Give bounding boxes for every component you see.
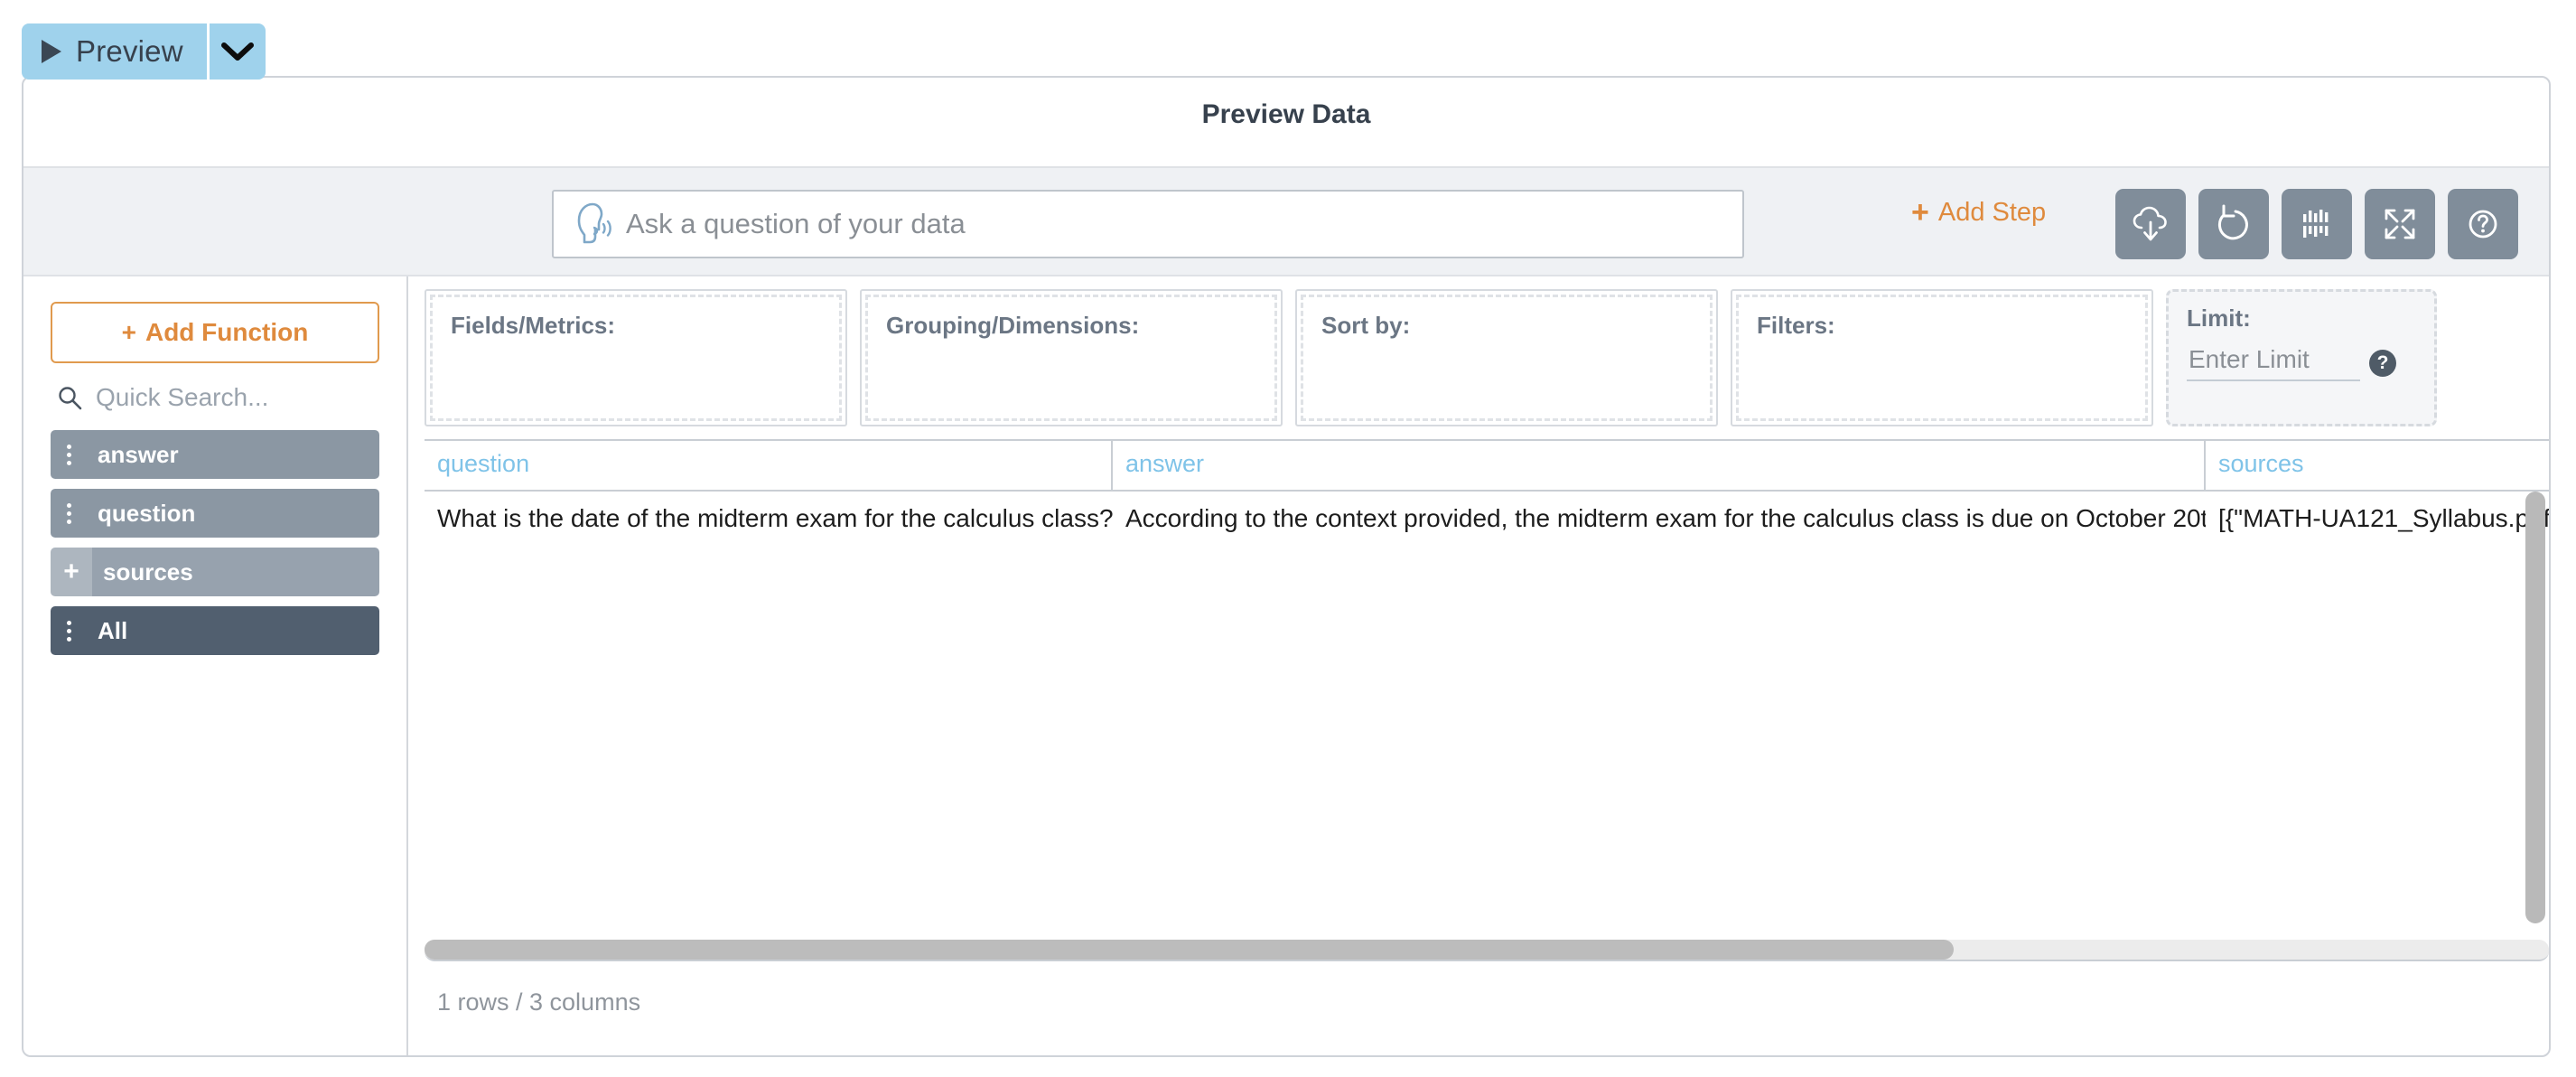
preview-data-screen: Preview Preview Data Ask a question of y… xyxy=(0,0,2576,1077)
horizontal-scrollbar-thumb[interactable] xyxy=(425,940,1955,960)
drop-zone-filters[interactable]: Filters: xyxy=(1731,289,2153,426)
grid-column-header-answer[interactable]: answer xyxy=(1113,441,2206,490)
bar-chart-icon xyxy=(2303,210,2329,238)
tab-dropdown-button[interactable] xyxy=(209,23,266,80)
plus-icon: + xyxy=(1911,195,1929,229)
field-pill-label: question xyxy=(98,499,196,527)
grid-column-header-sources[interactable]: sources xyxy=(2206,441,2549,490)
drop-zone-inner: Fields/Metrics: xyxy=(430,295,842,421)
table-row[interactable]: What is the date of the midterm exam for… xyxy=(425,492,2549,542)
plus-icon[interactable]: + xyxy=(51,548,92,596)
query-builder: Fields/Metrics: Grouping/Dimensions: Sort … xyxy=(408,276,2549,426)
add-step-button[interactable]: + Add Step xyxy=(1911,197,2046,228)
limit-panel: Limit:? xyxy=(2166,289,2437,426)
main-panel: Fields/Metrics: Grouping/Dimensions: Sort … xyxy=(408,276,2549,1055)
grid-body: What is the date of the midterm exam for… xyxy=(425,492,2549,542)
help-circle-icon[interactable]: ? xyxy=(2369,350,2396,377)
speaking-head-icon xyxy=(577,202,611,244)
field-list: answer question + sources All xyxy=(51,430,379,655)
drop-zone-sort-by[interactable]: Sort by: xyxy=(1295,289,1718,426)
table-cell-answer: According to the context provided, the m… xyxy=(1125,504,2206,532)
drop-zone-inner: Filters: xyxy=(1736,295,2148,421)
drop-zone-title: Filters: xyxy=(1757,312,1835,339)
drag-handle-icon[interactable] xyxy=(51,430,87,479)
drop-zone-title: Sort by: xyxy=(1321,312,1411,339)
drag-handle-icon[interactable] xyxy=(51,606,87,655)
plus-icon: + xyxy=(121,318,136,346)
limit-input[interactable] xyxy=(2187,345,2360,381)
toolbar-buttons xyxy=(2115,189,2518,259)
refresh-button[interactable] xyxy=(2198,189,2269,259)
table-cell-sources: [{"MATH-UA121_Syllabus.pdf xyxy=(2218,504,2549,532)
field-pill-question[interactable]: question xyxy=(51,489,379,538)
tab-preview-label: Preview xyxy=(76,34,183,68)
play-icon xyxy=(42,40,61,63)
tab-preview[interactable]: Preview xyxy=(22,23,207,80)
preview-card: Preview Data Ask a question of your data… xyxy=(22,76,2551,1057)
drop-zone-fields-metrics[interactable]: Fields/Metrics: xyxy=(425,289,847,426)
add-step-label: Add Step xyxy=(1937,197,2047,227)
grid-header-row: question answer sources xyxy=(425,441,2549,492)
field-pill-sources[interactable]: + sources xyxy=(51,548,379,596)
refresh-icon xyxy=(2217,204,2248,240)
field-pill-answer[interactable]: answer xyxy=(51,430,379,479)
query-toolbar: Ask a question of your data + Add Step xyxy=(23,166,2549,276)
field-pill-label: All xyxy=(98,616,128,644)
chevron-down-icon xyxy=(220,42,254,61)
horizontal-scrollbar[interactable] xyxy=(425,940,2549,961)
page-title: Preview Data xyxy=(1201,99,1371,129)
help-button[interactable] xyxy=(2448,189,2518,259)
chart-button[interactable] xyxy=(2282,189,2352,259)
row-count-label: 1 rows / 3 columns xyxy=(437,988,641,1016)
table-cell-question: What is the date of the midterm exam for… xyxy=(437,504,1113,532)
field-pill-label: answer xyxy=(98,440,179,468)
expand-icon xyxy=(2385,209,2415,239)
ask-question-placeholder: Ask a question of your data xyxy=(626,208,966,239)
help-icon xyxy=(2469,210,2497,239)
drag-handle-icon[interactable] xyxy=(51,489,87,538)
field-pill-label: sources xyxy=(103,557,193,585)
expand-button[interactable] xyxy=(2365,189,2435,259)
data-grid: question answer sources What is the date o… xyxy=(425,439,2549,936)
tab-strip: Preview xyxy=(22,23,266,80)
add-function-label: Add Function xyxy=(145,318,309,346)
drop-zone-inner: Grouping/Dimensions: xyxy=(865,295,1277,421)
function-sidebar: + Add Function Quick Search... answer que… xyxy=(23,276,408,1055)
quick-search-input[interactable]: Quick Search... xyxy=(51,383,379,412)
search-icon xyxy=(59,387,82,410)
vertical-scrollbar[interactable] xyxy=(2525,492,2545,923)
body: + Add Function Quick Search... answer que… xyxy=(23,276,2549,1055)
ask-question-input[interactable]: Ask a question of your data xyxy=(552,190,1744,258)
field-pill-all[interactable]: All xyxy=(51,606,379,655)
drop-zone-inner: Sort by: xyxy=(1301,295,1713,421)
limit-input-row: ? xyxy=(2187,345,2434,381)
cloud-download-icon xyxy=(2133,206,2167,241)
drop-zone-title: Grouping/Dimensions: xyxy=(886,312,1140,339)
add-function-button[interactable]: + Add Function xyxy=(51,302,379,363)
drop-zone-title: Fields/Metrics: xyxy=(451,312,616,339)
quick-search-placeholder: Quick Search... xyxy=(96,383,269,411)
grid-column-header-question[interactable]: question xyxy=(425,441,1113,490)
drop-zone-grouping-dimensions[interactable]: Grouping/Dimensions: xyxy=(860,289,1283,426)
limit-title: Limit: xyxy=(2187,304,2251,332)
download-button[interactable] xyxy=(2115,189,2186,259)
